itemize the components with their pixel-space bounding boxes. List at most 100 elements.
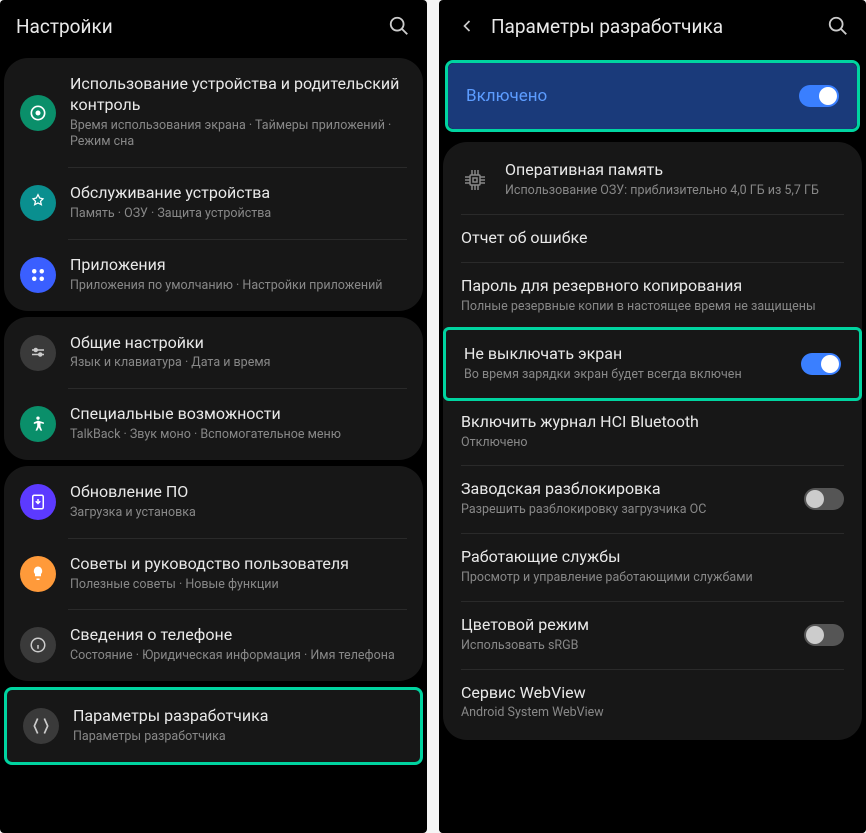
item-title: Приложения — [70, 255, 407, 276]
developer-header: Параметры разработчика — [439, 0, 866, 52]
highlighted-item: Не выключать экран Во время зарядки экран… — [443, 327, 862, 401]
item-title: Сервис WebView — [461, 683, 844, 704]
item-subtitle: Язык и клавиатура · Дата и время — [70, 355, 407, 372]
settings-item[interactable]: Общие настройкиЯзык и клавиатура · Дата … — [4, 317, 423, 389]
item-title: Пароль для резервного копирования — [461, 276, 844, 297]
accessibility-icon — [20, 406, 56, 442]
item-subtitle: Время использования экрана · Таймеры при… — [70, 118, 407, 152]
settings-item[interactable]: Сведения о телефоне Состояние · Юридическ… — [4, 609, 423, 681]
care-icon — [20, 185, 56, 221]
settings-screen: Настройки Использование устройства и род… — [0, 0, 427, 833]
item-subtitle: Состояние · Юридическая информация · Имя… — [70, 648, 407, 665]
item-text: Работающие службы Просмотр и управление р… — [461, 547, 844, 587]
search-icon[interactable] — [387, 14, 411, 38]
item-subtitle: Параметры разработчика — [73, 729, 404, 746]
item-title: Отчет об ошибке — [461, 228, 844, 249]
developer-item[interactable]: Заводская разблокировкаРазрешить разблок… — [443, 465, 862, 533]
item-text: Оперативная память Использование ОЗУ: при… — [505, 160, 844, 200]
item-subtitle: Полезные советы · Новые функции — [70, 577, 407, 594]
developer-item[interactable]: Отчет об ошибке — [443, 214, 862, 263]
developer-group: Оперативная память Использование ОЗУ: при… — [443, 142, 862, 740]
item-title: Включить журнал HCI Bluetooth — [461, 412, 844, 433]
item-text: Обновление ПО Загрузка и установка — [70, 482, 407, 522]
item-title: Работающие службы — [461, 547, 844, 568]
chip-icon — [461, 166, 489, 194]
developer-item[interactable]: Сервис WebViewAndroid System WebView — [443, 669, 862, 737]
item-text: Советы и руководство пользователя Полезны… — [70, 554, 407, 594]
developer-enabled-card[interactable]: Включено — [445, 60, 860, 132]
item-subtitle: Приложения по умолчанию · Настройки прил… — [70, 278, 407, 295]
developer-body: Включено Оперативная память Использование … — [439, 52, 866, 833]
back-icon[interactable] — [455, 14, 479, 38]
item-title: Заводская разблокировка — [461, 479, 804, 500]
item-subtitle: TalkBack · Звук моно · Вспомогательное м… — [70, 427, 407, 444]
item-title: Советы и руководство пользователя — [70, 554, 407, 575]
toggle[interactable] — [804, 624, 844, 646]
item-title: Использование устройства и родительский … — [70, 74, 407, 116]
item-text: Приложения Приложения по умолчанию · Наст… — [70, 255, 407, 295]
item-text: Отчет об ошибке — [461, 228, 844, 249]
item-subtitle: Память · ОЗУ · Защита устройства — [70, 206, 407, 223]
item-text: Использование устройства и родительский … — [70, 74, 407, 151]
settings-item[interactable]: Обновление ПО Загрузка и установка — [4, 466, 423, 538]
developer-item[interactable]: Цветовой режимИспользовать sRGB — [443, 601, 862, 669]
wellbeing-icon — [20, 95, 56, 131]
settings-item[interactable]: Приложения Приложения по умолчанию · Наст… — [4, 239, 423, 311]
item-subtitle: Отключено — [461, 435, 844, 452]
item-text: Общие настройкиЯзык и клавиатура · Дата … — [70, 333, 407, 373]
settings-group: Общие настройкиЯзык и клавиатура · Дата … — [4, 317, 423, 460]
toggle[interactable] — [801, 353, 841, 375]
about-icon — [20, 627, 56, 663]
item-subtitle: Во время зарядки экран будет всегда вклю… — [464, 367, 801, 384]
settings-group: Параметры разработчика Параметры разработ… — [4, 687, 423, 765]
item-text: Цветовой режимИспользовать sRGB — [461, 615, 804, 655]
developer-item[interactable]: Оперативная память Использование ОЗУ: при… — [443, 146, 862, 214]
settings-header: Настройки — [0, 0, 427, 52]
item-title: Сведения о телефоне — [70, 625, 407, 646]
item-subtitle: Просмотр и управление работающими служба… — [461, 570, 844, 587]
settings-title: Настройки — [16, 15, 387, 38]
developer-icon — [23, 708, 59, 744]
item-title: Оперативная память — [505, 160, 844, 181]
settings-body: Использование устройства и родительский … — [0, 52, 427, 771]
item-subtitle: Полные резервные копии в настоящее время… — [461, 299, 844, 316]
item-subtitle: Использование ОЗУ: приблизительно 4,0 ГБ… — [505, 183, 844, 200]
item-subtitle: Android System WebView — [461, 705, 844, 722]
item-text: Не выключать экран Во время зарядки экран… — [464, 344, 801, 384]
developer-enabled-toggle[interactable] — [799, 85, 839, 107]
item-subtitle: Загрузка и установка — [70, 505, 407, 522]
developer-options-screen: Параметры разработчика Включено Оперативн… — [439, 0, 866, 833]
developer-item[interactable]: Работающие службы Просмотр и управление р… — [443, 533, 862, 601]
settings-item[interactable]: Советы и руководство пользователя Полезны… — [4, 538, 423, 610]
general-icon — [20, 335, 56, 371]
settings-group: Обновление ПО Загрузка и установка Советы … — [4, 466, 423, 681]
settings-item[interactable]: Параметры разработчика Параметры разработ… — [7, 690, 420, 762]
developer-item[interactable]: Пароль для резервного копирования Полные … — [443, 262, 862, 330]
item-title: Параметры разработчика — [73, 706, 404, 727]
item-text: Параметры разработчика Параметры разработ… — [73, 706, 404, 746]
developer-title: Параметры разработчика — [491, 15, 826, 38]
item-text: Сервис WebViewAndroid System WebView — [461, 683, 844, 723]
update-icon — [20, 484, 56, 520]
item-text: Включить журнал HCI Bluetooth Отключено — [461, 412, 844, 452]
item-text: Пароль для резервного копирования Полные … — [461, 276, 844, 316]
item-title: Специальные возможности — [70, 404, 407, 425]
item-text: Специальные возможности TalkBack · Звук м… — [70, 404, 407, 444]
search-icon[interactable] — [826, 14, 850, 38]
item-text: Обслуживание устройства Память · ОЗУ · За… — [70, 183, 407, 223]
developer-enabled-label: Включено — [466, 86, 547, 106]
item-title: Обслуживание устройства — [70, 183, 407, 204]
apps-icon — [20, 257, 56, 293]
item-text: Сведения о телефоне Состояние · Юридическ… — [70, 625, 407, 665]
item-title: Не выключать экран — [464, 344, 801, 365]
toggle[interactable] — [804, 488, 844, 510]
developer-item[interactable]: Включить журнал HCI Bluetooth Отключено — [443, 398, 862, 466]
settings-item[interactable]: Обслуживание устройства Память · ОЗУ · За… — [4, 167, 423, 239]
item-title: Общие настройки — [70, 333, 407, 354]
item-title: Цветовой режим — [461, 615, 804, 636]
item-text: Заводская разблокировкаРазрешить разблок… — [461, 479, 804, 519]
item-title: Обновление ПО — [70, 482, 407, 503]
settings-item[interactable]: Специальные возможности TalkBack · Звук м… — [4, 388, 423, 460]
developer-item[interactable]: Не выключать экран Во время зарядки экран… — [446, 330, 859, 398]
settings-item[interactable]: Использование устройства и родительский … — [4, 58, 423, 167]
